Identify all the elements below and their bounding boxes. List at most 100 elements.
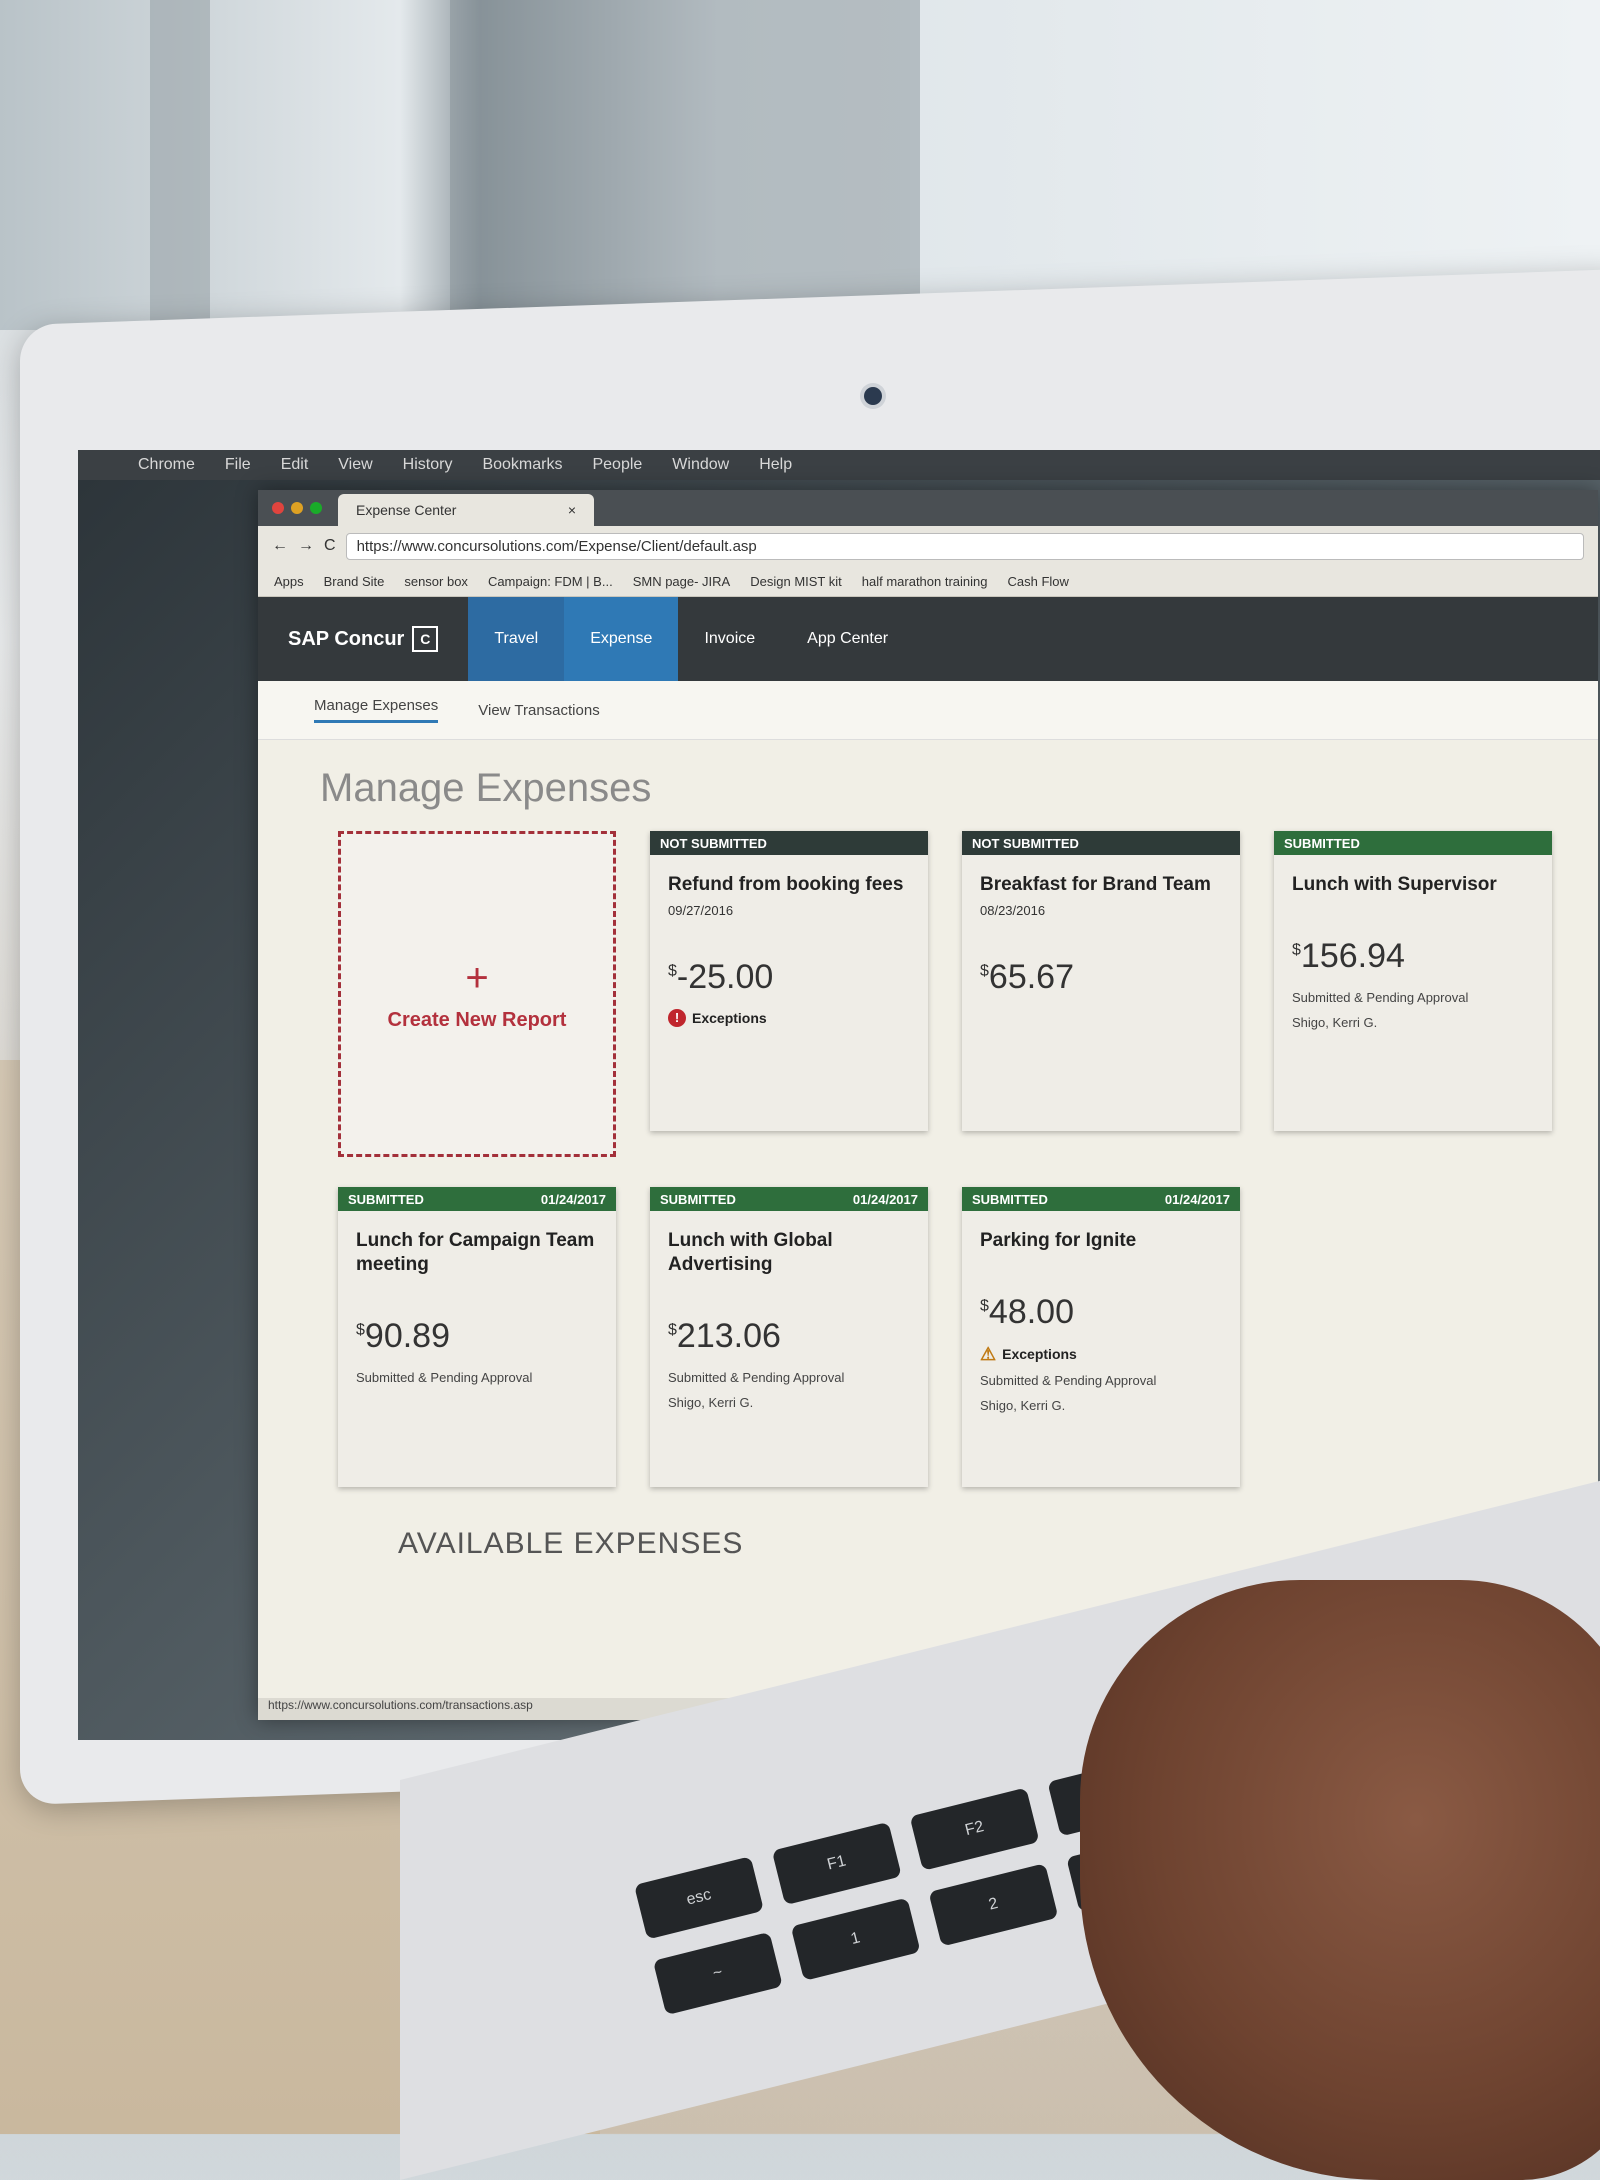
- warning-triangle-icon: ⚠: [980, 1343, 997, 1364]
- main-content: Manage Expenses + Create New Report NOT …: [258, 740, 1598, 1579]
- reload-icon[interactable]: C: [324, 537, 336, 555]
- menu-window[interactable]: Window: [672, 456, 729, 474]
- zoom-window-icon[interactable]: [310, 502, 322, 514]
- menu-file[interactable]: File: [225, 456, 251, 474]
- menu-edit[interactable]: Edit: [281, 456, 309, 474]
- amount-value: 65.67: [988, 957, 1074, 996]
- report-title: Lunch for Campaign Team meeting: [356, 1230, 595, 1275]
- menu-history[interactable]: History: [403, 456, 453, 474]
- menu-people[interactable]: People: [592, 456, 642, 474]
- report-card[interactable]: SUBMITTED 01/24/2017 Lunch for Campaign T…: [338, 1187, 616, 1487]
- report-date: 09/27/2016: [668, 902, 734, 918]
- back-icon[interactable]: ←: [272, 537, 288, 555]
- status-badge: SUBMITTED 01/24/2017: [962, 1187, 1240, 1211]
- close-window-icon[interactable]: [272, 502, 284, 514]
- amount-value: 90.89: [364, 1316, 450, 1355]
- amount-value: 48.00: [988, 1292, 1074, 1331]
- report-title: Refund from booking fees: [668, 874, 904, 895]
- report-amount: $48.00: [980, 1293, 1222, 1332]
- address-bar[interactable]: https://www.concursolutions.com/Expense/…: [345, 532, 1584, 560]
- bookmark-brand-site[interactable]: Brand Site: [324, 574, 385, 589]
- plus-icon: +: [465, 956, 489, 1000]
- create-report-label: Create New Report: [387, 1009, 567, 1031]
- minimize-window-icon[interactable]: [291, 502, 303, 514]
- currency-symbol: $: [668, 962, 677, 980]
- alert-circle-icon: !: [668, 1008, 686, 1027]
- menu-help[interactable]: Help: [759, 456, 792, 474]
- report-card[interactable]: NOT SUBMITTED Refund from booking fees 0…: [650, 831, 928, 1131]
- nav-invoice[interactable]: Invoice: [678, 597, 781, 681]
- bookmark-campaign[interactable]: Campaign: FDM | B...: [488, 574, 613, 589]
- currency-symbol: $: [668, 1321, 677, 1339]
- bookmark-design-kit[interactable]: Design MIST kit: [750, 574, 842, 589]
- browser-toolbar: ← → C https://www.concursolutions.com/Ex…: [258, 526, 1598, 566]
- tab-strip: Expense Center ×: [258, 490, 1598, 526]
- status-label: SUBMITTED: [1284, 835, 1360, 851]
- os-menubar: Chrome File Edit View History Bookmarks …: [78, 450, 1600, 480]
- report-amount: $90.89: [356, 1317, 598, 1356]
- status-badge: NOT SUBMITTED: [650, 831, 928, 855]
- bookmark-apps[interactable]: Apps: [274, 574, 304, 589]
- menu-bookmarks[interactable]: Bookmarks: [482, 456, 562, 474]
- bookmarks-bar: Apps Brand Site sensor box Campaign: FDM…: [258, 566, 1598, 597]
- typing-hand: [1080, 1580, 1600, 2180]
- brand-name: SAP Concur: [288, 627, 405, 650]
- nav-expense[interactable]: Expense: [564, 597, 679, 681]
- tab-title: Expense Center: [356, 502, 457, 518]
- currency-symbol: $: [356, 1321, 365, 1339]
- exceptions-label: Exceptions: [692, 1009, 767, 1026]
- report-card[interactable]: SUBMITTED 01/24/2017 Lunch with Global Ad…: [650, 1187, 928, 1487]
- report-approver: Shigo, Kerri G.: [980, 1398, 1066, 1414]
- status-badge: NOT SUBMITTED: [962, 831, 1240, 855]
- exceptions-label: Exceptions: [1002, 1346, 1077, 1363]
- nav-app-center[interactable]: App Center: [781, 597, 914, 681]
- report-card[interactable]: SUBMITTED Lunch with Supervisor $156.94 …: [1274, 831, 1552, 1131]
- currency-symbol: $: [980, 1297, 989, 1315]
- amount-value: 213.06: [676, 1316, 781, 1355]
- status-date: 01/24/2017: [852, 1191, 918, 1207]
- report-amount: $65.67: [980, 958, 1222, 997]
- report-grid: + Create New Report NOT SUBMITTED Refund…: [338, 831, 1552, 1487]
- report-status-text: Submitted & Pending Approval: [1292, 989, 1469, 1005]
- report-amount: $-25.00: [668, 958, 910, 997]
- menu-chrome[interactable]: Chrome: [138, 456, 195, 474]
- status-badge: SUBMITTED 01/24/2017: [650, 1187, 928, 1211]
- menu-view[interactable]: View: [338, 456, 372, 474]
- report-card[interactable]: NOT SUBMITTED Breakfast for Brand Team 0…: [962, 831, 1240, 1131]
- currency-symbol: $: [980, 962, 989, 980]
- create-new-report-button[interactable]: + Create New Report: [338, 831, 616, 1157]
- browser-tab[interactable]: Expense Center ×: [338, 494, 594, 526]
- report-approver: Shigo, Kerri G.: [1292, 1015, 1378, 1031]
- status-label: NOT SUBMITTED: [972, 835, 1079, 851]
- exceptions-indicator: ⚠ Exceptions: [980, 1344, 1222, 1365]
- forward-icon[interactable]: →: [298, 537, 314, 555]
- window-pillar: [450, 0, 920, 330]
- report-card[interactable]: SUBMITTED 01/24/2017 Parking for Ignite $…: [962, 1187, 1240, 1487]
- bookmark-smn-page[interactable]: SMN page- JIRA: [633, 574, 731, 589]
- status-date: 01/24/2017: [1164, 1191, 1230, 1207]
- webcam: [864, 387, 882, 405]
- bookmark-sensor-box[interactable]: sensor box: [404, 574, 468, 589]
- report-status-text: Submitted & Pending Approval: [668, 1369, 845, 1385]
- page-title: Manage Expenses: [320, 766, 652, 810]
- tab-close-icon[interactable]: ×: [568, 502, 576, 518]
- tab-view-transactions[interactable]: View Transactions: [478, 702, 599, 719]
- status-badge: SUBMITTED 01/24/2017: [338, 1187, 616, 1211]
- window-mullion: [150, 0, 210, 330]
- report-title: Lunch with Supervisor: [1292, 874, 1497, 895]
- amount-value: -25.00: [676, 957, 774, 996]
- bookmark-cash-flow[interactable]: Cash Flow: [1008, 574, 1069, 589]
- bookmark-half-marathon[interactable]: half marathon training: [862, 574, 988, 589]
- report-amount: $156.94: [1292, 937, 1534, 976]
- brand-logo[interactable]: SAP Concur C: [258, 597, 468, 681]
- exceptions-indicator: ! Exceptions: [668, 1008, 910, 1027]
- nav-travel[interactable]: Travel: [468, 597, 565, 681]
- status-date: 01/24/2017: [540, 1191, 606, 1207]
- report-title: Breakfast for Brand Team: [980, 874, 1211, 895]
- status-label: SUBMITTED: [660, 1191, 736, 1207]
- concur-logo-icon: C: [412, 626, 439, 652]
- tab-manage-expenses[interactable]: Manage Expenses: [314, 697, 439, 723]
- app-navbar: SAP Concur C Travel Expense Invoice App …: [258, 597, 1598, 681]
- status-badge: SUBMITTED: [1274, 831, 1552, 855]
- status-label: SUBMITTED: [348, 1191, 424, 1207]
